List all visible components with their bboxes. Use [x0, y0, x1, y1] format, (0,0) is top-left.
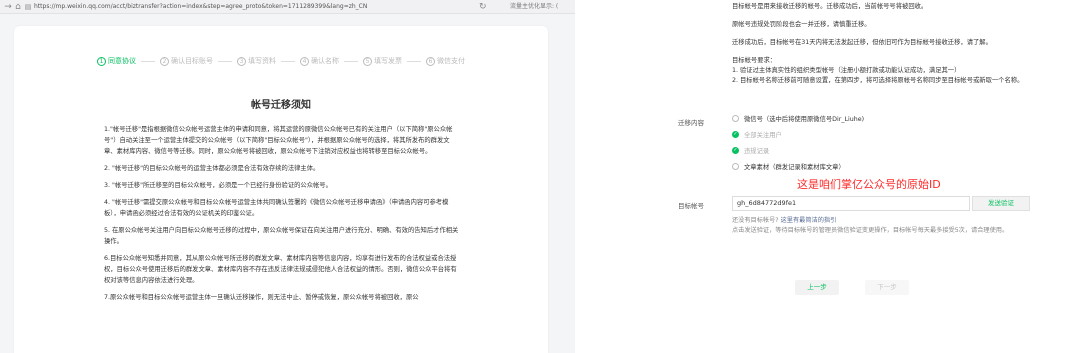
- red-annotation: 这是咱们掌亿公众号的原始ID: [797, 178, 941, 191]
- agreement-paragraph: 1."帐号迁移"是指根据微信公众帐号运营主体的申请和同意，将其运营的原微信公众帐…: [104, 126, 453, 155]
- agreement-paragraph: 3. "帐号迁移"所迁移至的目标公众帐号，必须是一个已经行身份验证的公众帐号。: [104, 182, 332, 189]
- notes-section: 目标帐号是用来接收迁移的帐号。迁移成功后，当前帐号号将被回收。 原帐号违规处罚阶…: [732, 0, 1032, 94]
- guide-link[interactable]: 这里有最简洁的指引: [781, 217, 837, 224]
- help-text: 点击发送验证，等待目标帐号的管理员微信验证变更操作，目标帐号每天最多接受5次，请…: [732, 227, 1009, 234]
- agreement-paragraph: 7.原公众帐号和目标公众帐号运营主体一旦确认迁移操作，则无法中止、暂停或恢复，原…: [104, 294, 419, 301]
- agreement-paragraph: 6.目标公众帐号知悉并同意，其从原公众帐号所迁移的群发文章、素材库内容等信息内容…: [104, 255, 457, 284]
- agreement-paragraph: 2. "帐号迁移"的目标公众帐号的运营主体都必须是合法有效存续的法律主体。: [104, 165, 320, 172]
- option-all-followers: ✓ 全部关注用户: [732, 131, 782, 139]
- target-account-input[interactable]: gh_6d84772d9fe1: [732, 196, 970, 211]
- prev-step-button[interactable]: 上一步: [795, 280, 839, 295]
- step-6: 6 微信支付: [426, 56, 465, 66]
- document-title: 帐号迁移须知: [251, 100, 311, 111]
- step-progress: 1 同意协议 2 确认目标账号 3 填写资料 4 确认名称 5 填写发票 6 微信支付: [14, 56, 548, 66]
- send-verification-button[interactable]: 发送验证: [972, 196, 1030, 211]
- browser-toolbar: → ⌂ ▤ https://mp.weixin.qq.com/acct/bizt…: [0, 0, 575, 14]
- target-account-label: 目标帐号: [678, 202, 704, 210]
- step-4: 4 确认名称: [300, 56, 339, 66]
- target-account-form: 目标帐号是用来接收迁移的帐号。迁移成功后，当前帐号号将被回收。 原帐号违规处罚阶…: [575, 0, 1080, 353]
- next-step-button: 下一步: [865, 280, 909, 295]
- migrate-content-label: 迁移内容: [678, 119, 704, 127]
- note-line: 目标帐号要求： 1. 验证过主体真实性的组织类型帐号（注册小额打款或功能认证成功…: [732, 57, 1024, 84]
- url-field[interactable]: https://mp.weixin.qq.com/acct/biztransfe…: [34, 2, 498, 12]
- agreement-card: 1 同意协议 2 确认目标账号 3 填写资料 4 确认名称 5 填写发票 6 微信支付 帐号…: [14, 26, 548, 353]
- radio-icon[interactable]: [732, 163, 739, 170]
- option-violation-records: ✓ 违规记录: [732, 147, 770, 155]
- option-wechat-id[interactable]: 微信号（选中后将使用原微信号Dir_Liuhe): [732, 114, 864, 123]
- agreement-text: 1."帐号迁移"是指根据微信公众帐号运营主体的申请和同意，将其运营的原微信公众帐…: [104, 124, 460, 309]
- step-1: 1 同意协议: [97, 56, 136, 66]
- agreement-paragraph: 5. 在原公众帐号关注用户向目标公众帐号迁移的过程中，原公众帐号保证在向关注用户…: [104, 227, 459, 245]
- step-2: 2 确认目标账号: [160, 56, 213, 66]
- note-line: 迁移成功后，目标帐号在31天内将无法发起迁移，但依旧可作为目标帐号接收迁移，请了…: [732, 39, 992, 46]
- option-article-materials[interactable]: 文章素材（群发记录和素材库文章）: [732, 162, 845, 171]
- step-3: 3 填写资料: [237, 56, 276, 66]
- traffic-notice: 流量主优化显示: (: [510, 3, 559, 10]
- reload-icon[interactable]: ↻: [479, 1, 487, 13]
- radio-icon[interactable]: [732, 115, 739, 122]
- agreement-paragraph: 4. "帐号迁移"需提交原公众帐号和目标公众帐号运营主体共同确认签署的《微信公众…: [104, 199, 449, 217]
- note-line: 原帐号违规处罚阶段也会一并迁移，请慎重迁移。: [732, 21, 871, 28]
- page-icon: ▤: [24, 3, 32, 11]
- step-5: 5 填写发票: [363, 56, 402, 66]
- check-circle-icon: ✓: [732, 131, 739, 138]
- check-circle-icon: ✓: [732, 147, 739, 154]
- note-line: 目标帐号是用来接收迁移的帐号。迁移成功后，当前帐号号将被回收。: [732, 3, 928, 10]
- help-link-line: 还没有目标帐号? 这里有最简洁的指引: [732, 217, 837, 224]
- browser-window: → ⌂ ▤ https://mp.weixin.qq.com/acct/bizt…: [0, 0, 575, 353]
